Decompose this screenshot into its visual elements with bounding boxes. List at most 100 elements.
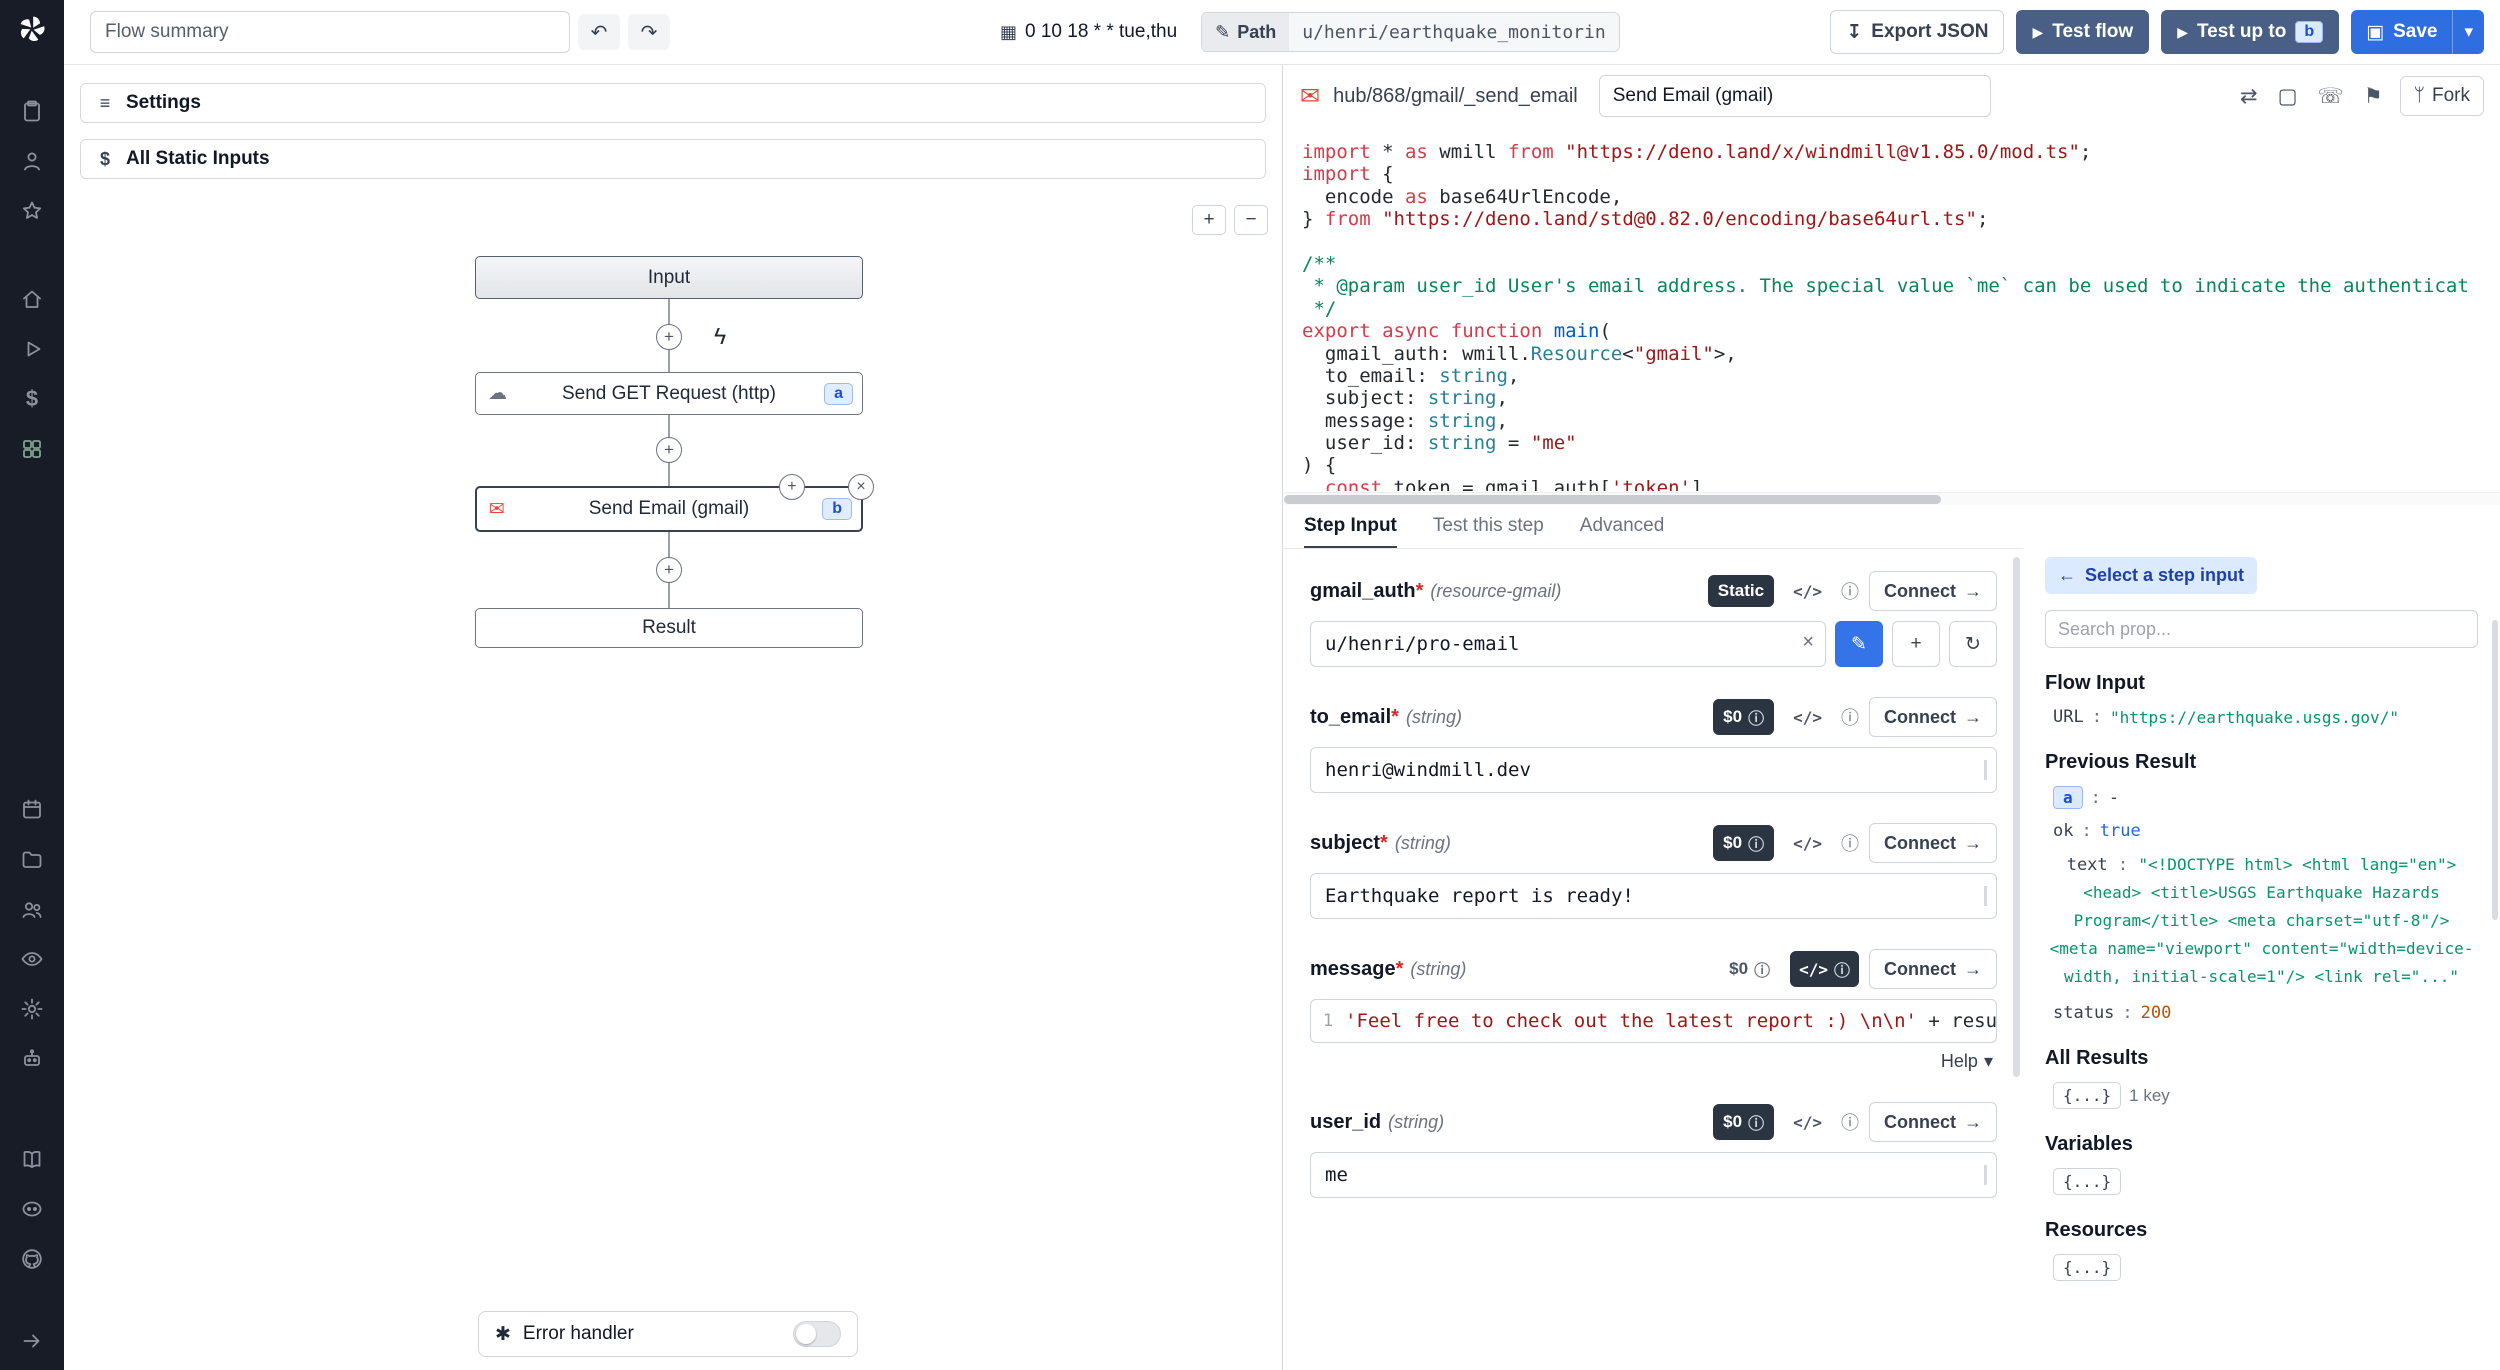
node-gmail-step[interactable]: ✉ Send Email (gmail) b + × [475, 486, 863, 532]
folders-icon[interactable] [17, 844, 47, 874]
code-mode-toggle[interactable]: </> [1784, 828, 1831, 859]
workers-robot-icon[interactable] [17, 1044, 47, 1074]
schedule-display[interactable]: ▦ 0 10 18 * * tue,thu [1000, 21, 1177, 43]
resize-handle-icon[interactable] [1984, 760, 1987, 780]
tab-advanced[interactable]: Advanced [1580, 515, 1665, 548]
resources-row[interactable]: {...} [2045, 1254, 2478, 1281]
expand-sidebar-icon[interactable] [17, 1326, 47, 1356]
horizontal-scrollbar[interactable] [1284, 492, 2500, 505]
insert-step-button[interactable]: + [656, 324, 682, 350]
swap-icon[interactable]: ⇄ [2240, 84, 2258, 109]
static-mode-pill[interactable]: $0ⓘ [1713, 825, 1774, 861]
all-results-row[interactable]: {...} 1 key [2045, 1082, 2478, 1109]
static-mode-pill[interactable]: $0ⓘ [1713, 1104, 1774, 1140]
to-email-input[interactable] [1310, 747, 1997, 793]
zoom-out-button[interactable]: − [1234, 205, 1268, 235]
redo-button[interactable]: ↷ [628, 14, 670, 50]
object-badge[interactable]: {...} [2053, 1082, 2121, 1109]
select-step-input-button[interactable]: ← Select a step input [2045, 557, 2257, 594]
home-icon[interactable] [17, 284, 47, 314]
static-mode-pill[interactable]: $0ⓘ [1713, 699, 1774, 735]
connect-button[interactable]: Connect→ [1869, 949, 1997, 989]
docs-book-icon[interactable] [17, 1144, 47, 1174]
delete-node-icon[interactable]: × [848, 474, 874, 500]
flow-settings-button[interactable]: ≡ Settings [80, 83, 1266, 123]
github-icon[interactable] [17, 1244, 47, 1274]
path-widget[interactable]: ✎ Path u/henri/earthquake_monitorin [1201, 12, 1620, 52]
node-result[interactable]: Result [475, 608, 863, 648]
groups-icon[interactable] [17, 894, 47, 924]
info-icon[interactable]: ⓘ [1841, 704, 1859, 730]
runs-play-icon[interactable] [17, 334, 47, 364]
message-expression-editor[interactable]: 1 'Feel free to check out the latest rep… [1310, 999, 1997, 1043]
box-icon[interactable]: ▢ [2278, 84, 2298, 109]
connect-button[interactable]: Connect→ [1869, 1102, 1997, 1142]
connect-button[interactable]: Connect→ [1869, 571, 1997, 611]
tab-test-this-step[interactable]: Test this step [1433, 515, 1544, 548]
info-icon[interactable]: ⓘ [1841, 830, 1859, 856]
zoom-in-button[interactable]: + [1192, 205, 1226, 235]
save-button[interactable]: ▣ Save [2351, 10, 2452, 54]
windmill-logo[interactable] [15, 12, 49, 46]
star-icon[interactable] [17, 196, 47, 226]
node-http-step[interactable]: ☁ Send GET Request (http) a [475, 372, 863, 415]
static-mode-pill[interactable]: Static [1708, 575, 1774, 607]
expression-code[interactable]: 'Feel free to check out the latest repor… [1345, 1010, 1996, 1032]
user-icon[interactable] [17, 146, 47, 176]
resize-handle-icon[interactable] [1984, 886, 1987, 906]
code-mode-toggle[interactable]: </> [1784, 1107, 1831, 1138]
clear-icon[interactable]: × [1802, 631, 1814, 654]
prop-row-url[interactable]: URL : "https://earthquake.usgs.gov/" [2045, 707, 2478, 727]
code-editor[interactable]: import * as wmill from "https://deno.lan… [1284, 127, 2500, 491]
clipboard-icon[interactable] [17, 96, 47, 126]
prop-row-ok[interactable]: ok : true [2045, 821, 2478, 841]
search-prop-input[interactable] [2045, 610, 2478, 648]
static-mode-pill[interactable]: $0ⓘ [1719, 951, 1780, 987]
schedules-calendar-icon[interactable] [17, 794, 47, 824]
prop-row-status[interactable]: status : 200 [2045, 1003, 2478, 1023]
discord-icon[interactable] [17, 1194, 47, 1224]
code-mode-toggle[interactable]: </> [1784, 702, 1831, 733]
all-static-inputs-button[interactable]: $ All Static Inputs [80, 139, 1266, 179]
resize-handle-icon[interactable] [1984, 1165, 1987, 1185]
vertical-scrollbar[interactable] [2013, 557, 2020, 1077]
gmail-auth-resource-input[interactable] [1310, 621, 1826, 667]
object-badge[interactable]: {...} [2053, 1168, 2121, 1195]
bolt-icon[interactable]: ϟ [714, 323, 726, 350]
audit-eye-icon[interactable] [17, 944, 47, 974]
prop-row-text[interactable]: text : "<!DOCTYPE html> <html lang="en">… [2045, 851, 2478, 991]
connect-button[interactable]: Connect→ [1869, 697, 1997, 737]
scrollbar-thumb[interactable] [1284, 495, 1941, 504]
phone-icon[interactable]: ☏ [2318, 84, 2344, 109]
add-resource-button[interactable]: + [1892, 621, 1940, 667]
edit-resource-button[interactable]: ✎ [1835, 621, 1883, 667]
test-flow-button[interactable]: ▶ Test flow [2016, 10, 2149, 54]
export-json-button[interactable]: ↧ Export JSON [1830, 10, 2004, 54]
help-link[interactable]: Help [1941, 1051, 1978, 1072]
save-dropdown-button[interactable]: ▾ [2452, 10, 2484, 54]
test-up-to-button[interactable]: ▶ Test up to b [2161, 10, 2339, 54]
prop-row-a[interactable]: a : - [2045, 786, 2478, 809]
info-icon[interactable]: ⓘ [1841, 578, 1859, 604]
code-mode-toggle[interactable]: </> [1784, 576, 1831, 607]
undo-button[interactable]: ↶ [578, 14, 620, 50]
gear-icon[interactable] [17, 994, 47, 1024]
object-badge[interactable]: {...} [2053, 1254, 2121, 1281]
variables-row[interactable]: {...} [2045, 1168, 2478, 1195]
vertical-scrollbar[interactable] [2492, 620, 2498, 920]
flow-summary-input[interactable] [90, 11, 570, 53]
info-icon[interactable]: ⓘ [1841, 1109, 1859, 1135]
step-name-input[interactable] [1599, 75, 1991, 117]
error-handler-toggle[interactable] [793, 1321, 841, 1347]
code-mode-toggle[interactable]: </>ⓘ [1790, 951, 1859, 987]
move-node-icon[interactable]: + [779, 474, 805, 500]
subject-input[interactable] [1310, 873, 1997, 919]
fork-button[interactable]: ᛘ Fork [2400, 76, 2484, 116]
user-id-input[interactable] [1310, 1152, 1997, 1198]
node-input[interactable]: Input [475, 256, 863, 299]
tab-step-input[interactable]: Step Input [1304, 515, 1397, 548]
insert-step-button[interactable]: + [656, 437, 682, 463]
variables-dollar-icon[interactable]: $ [17, 384, 47, 414]
apps-icon[interactable] [17, 434, 47, 464]
refresh-resource-button[interactable]: ↻ [1949, 621, 1997, 667]
